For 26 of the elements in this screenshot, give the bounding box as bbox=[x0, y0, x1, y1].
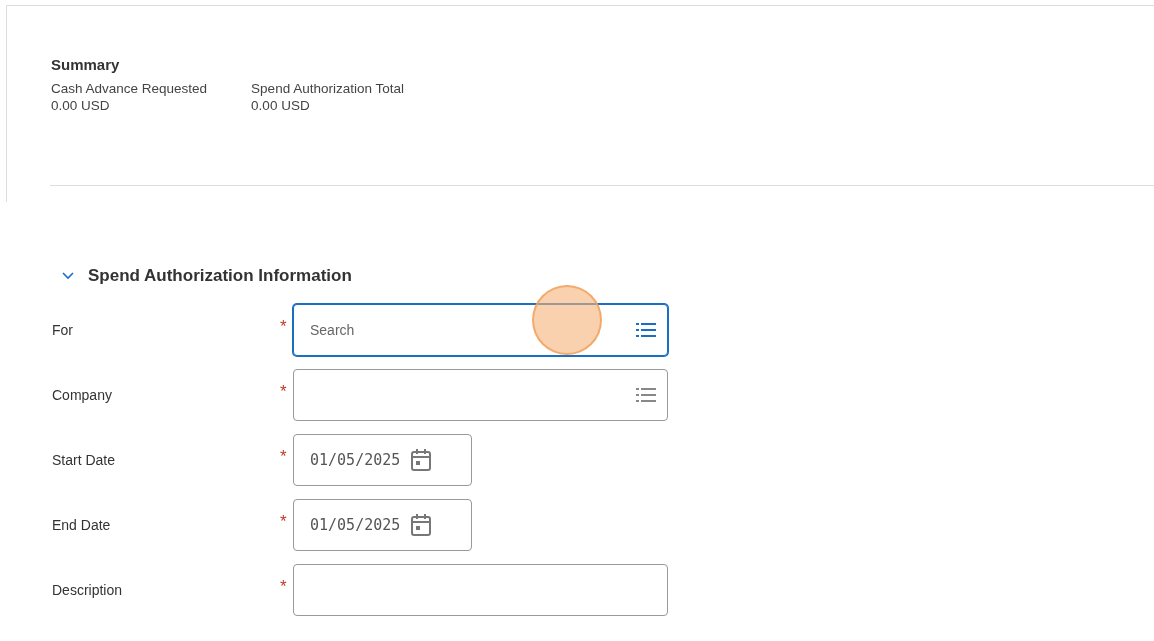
text-field[interactable] bbox=[293, 564, 668, 616]
prompt-field[interactable] bbox=[293, 369, 668, 421]
prompt-field[interactable]: Search bbox=[293, 304, 668, 356]
required-marker: * bbox=[280, 512, 288, 532]
summary-label: Spend Authorization Total bbox=[251, 81, 404, 96]
field-label: End Date bbox=[52, 517, 112, 533]
list-icon[interactable] bbox=[636, 387, 656, 403]
required-marker: * bbox=[280, 317, 288, 337]
summary-value: 0.00 USD bbox=[251, 98, 311, 113]
section-title: Spend Authorization Information bbox=[88, 266, 352, 286]
field-label: Start Date bbox=[52, 452, 117, 468]
calendar-icon[interactable] bbox=[410, 448, 433, 472]
summary-label: Cash Advance Requested bbox=[51, 81, 208, 96]
summary-title: Summary bbox=[51, 56, 121, 73]
list-icon[interactable] bbox=[636, 322, 656, 338]
date-field[interactable]: 01/05/2025 bbox=[293, 434, 472, 486]
required-marker: * bbox=[280, 447, 288, 467]
required-marker: * bbox=[280, 577, 288, 597]
summary-value: 0.00 USD bbox=[51, 98, 111, 113]
chevron-icon[interactable] bbox=[62, 272, 74, 280]
field-label: Company bbox=[52, 387, 113, 403]
calendar-icon[interactable] bbox=[410, 513, 433, 537]
field-label: Description bbox=[52, 582, 124, 598]
field-label: For bbox=[52, 322, 74, 338]
date-field[interactable]: 01/05/2025 bbox=[293, 499, 472, 551]
required-marker: * bbox=[280, 382, 288, 402]
